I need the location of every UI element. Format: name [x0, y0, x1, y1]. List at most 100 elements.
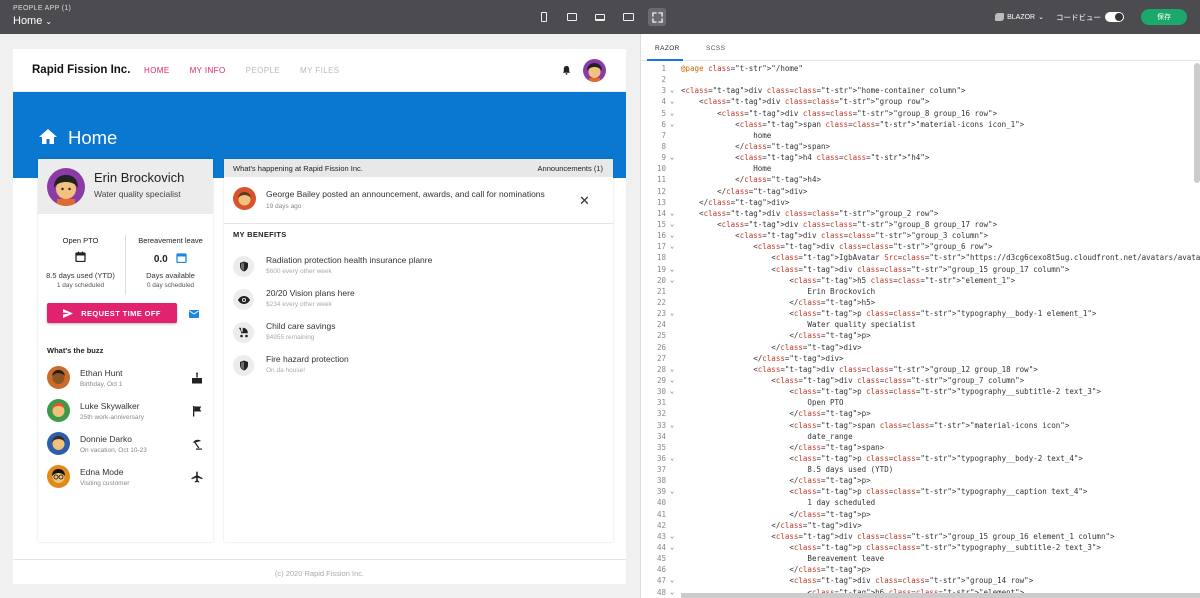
code-line[interactable]: 42 </class="t-tag">div>: [641, 520, 1200, 531]
code-line[interactable]: 43 ⌄ <class="t-tag">div class=class="t-st…: [641, 531, 1200, 542]
fold-chevron-icon[interactable]: ⌄: [670, 264, 674, 275]
code-line[interactable]: 21 Erin Brockovich: [641, 286, 1200, 297]
fullscreen-preview-icon[interactable]: [648, 8, 666, 26]
list-item[interactable]: Ethan Hunt Birthday, Oct 1: [47, 366, 207, 399]
code-line[interactable]: 12 </class="t-tag">div>: [641, 186, 1200, 197]
code-line[interactable]: 14 ⌄ <class="t-tag">div class=class="t-st…: [641, 208, 1200, 219]
code-line[interactable]: 35 </class="t-tag">span>: [641, 442, 1200, 453]
code-line[interactable]: 37 8.5 days used (YTD): [641, 464, 1200, 475]
list-item[interactable]: Edna Mode Visiting customer: [47, 465, 207, 498]
fold-chevron-icon[interactable]: ⌄: [670, 420, 674, 431]
horizontal-scrollbar[interactable]: [681, 593, 1200, 598]
fold-chevron-icon[interactable]: ⌄: [670, 119, 674, 130]
code-line[interactable]: 11 </class="t-tag">h4>: [641, 174, 1200, 185]
fold-chevron-icon[interactable]: ⌄: [670, 108, 674, 119]
save-button[interactable]: 保存: [1141, 9, 1187, 25]
desktop-preview-icon[interactable]: [620, 9, 636, 25]
code-line[interactable]: 30 ⌄ <class="t-tag">p class=class="t-str"…: [641, 386, 1200, 397]
fold-chevron-icon[interactable]: ⌄: [670, 308, 674, 319]
code-line[interactable]: 9 ⌄ <class="t-tag">h4 class=class="t-str"…: [641, 152, 1200, 163]
tab-razor[interactable]: RAZOR: [655, 45, 680, 52]
code-line[interactable]: 5 ⌄ <class="t-tag">div class=class="t-str…: [641, 108, 1200, 119]
code-line[interactable]: 36 ⌄ <class="t-tag">p class=class="t-str"…: [641, 453, 1200, 464]
code-line[interactable]: 33 ⌄ <class="t-tag">span class=class="t-s…: [641, 420, 1200, 431]
page-selector[interactable]: Home ⌄: [13, 15, 52, 27]
code-line[interactable]: 46 </class="t-tag">p>: [641, 564, 1200, 575]
fold-chevron-icon[interactable]: ⌄: [670, 85, 674, 96]
fold-chevron-icon[interactable]: ⌄: [670, 96, 674, 107]
code-line[interactable]: 18 <class="t-tag">IgbAvatar Src=class="t…: [641, 252, 1200, 263]
toggle-switch[interactable]: [1105, 12, 1124, 22]
fold-chevron-icon[interactable]: ⌄: [670, 230, 674, 241]
code-line[interactable]: 25 </class="t-tag">p>: [641, 330, 1200, 341]
mail-icon[interactable]: [189, 310, 199, 318]
code-line[interactable]: 13 </class="t-tag">div>: [641, 197, 1200, 208]
announcements-count[interactable]: Announcements (1): [538, 164, 603, 173]
code-line[interactable]: 16 ⌄ <class="t-tag">div class=class="t-st…: [641, 230, 1200, 241]
code-line[interactable]: 22 </class="t-tag">h5>: [641, 297, 1200, 308]
list-item[interactable]: Radiation protection health insurance pl…: [233, 255, 593, 285]
fold-chevron-icon[interactable]: ⌄: [670, 453, 674, 464]
code-line[interactable]: 47 ⌄ <class="t-tag">div class=class="t-st…: [641, 575, 1200, 586]
fold-chevron-icon[interactable]: ⌄: [670, 531, 674, 542]
fold-chevron-icon[interactable]: ⌄: [670, 486, 674, 497]
code-line[interactable]: 7 home: [641, 130, 1200, 141]
tab-scss[interactable]: SCSS: [706, 45, 725, 52]
vertical-scrollbar[interactable]: [1194, 63, 1200, 183]
code-line[interactable]: 41 </class="t-tag">p>: [641, 509, 1200, 520]
code-line[interactable]: 24 Water quality specialist: [641, 319, 1200, 330]
fold-chevron-icon[interactable]: ⌄: [670, 575, 674, 586]
code-line[interactable]: 38 </class="t-tag">p>: [641, 475, 1200, 486]
list-item[interactable]: Donnie Darko On vacation, Oct 10-23: [47, 432, 207, 465]
fold-chevron-icon[interactable]: ⌄: [670, 275, 674, 286]
code-line[interactable]: 27 </class="t-tag">div>: [641, 353, 1200, 364]
code-line[interactable]: 17 ⌄ <class="t-tag">div class=class="t-st…: [641, 241, 1200, 252]
code-line[interactable]: 26 </class="t-tag">div>: [641, 342, 1200, 353]
code-line[interactable]: 29 ⌄ <class="t-tag">div class=class="t-st…: [641, 375, 1200, 386]
code-line[interactable]: 34 date_range: [641, 431, 1200, 442]
close-icon[interactable]: ✕: [579, 193, 590, 209]
code-line[interactable]: 4 ⌄ <class="t-tag">div class=class="t-str…: [641, 96, 1200, 107]
fold-chevron-icon[interactable]: ⌄: [670, 542, 674, 553]
fold-chevron-icon[interactable]: ⌄: [670, 375, 674, 386]
tablet-preview-icon[interactable]: [564, 9, 580, 25]
code-line[interactable]: 23 ⌄ <class="t-tag">p class=class="t-str"…: [641, 308, 1200, 319]
code-line[interactable]: 15 ⌄ <class="t-tag">div class=class="t-st…: [641, 219, 1200, 230]
list-item[interactable]: Luke Skywalker 25th work-anniversary: [47, 399, 207, 432]
code-line[interactable]: 20 ⌄ <class="t-tag">h5 class=class="t-str…: [641, 275, 1200, 286]
nav-home[interactable]: HOME: [144, 66, 170, 75]
framework-selector[interactable]: BLAZOR ⌄: [995, 13, 1044, 21]
code-line[interactable]: 31 Open PTO: [641, 397, 1200, 408]
code-line[interactable]: 3 ⌄ <class="t-tag">div class=class="t-str"…: [641, 85, 1200, 96]
nav-people[interactable]: PEOPLE: [246, 66, 280, 75]
code-line[interactable]: 45 Bereavement leave: [641, 553, 1200, 564]
code-line[interactable]: 19 ⌄ <class="t-tag">div class=class="t-st…: [641, 264, 1200, 275]
code-line[interactable]: 44 ⌄ <class="t-tag">p class=class="t-str"…: [641, 542, 1200, 553]
code-line[interactable]: 1 @page class="t-str">"/home": [641, 63, 1200, 74]
request-time-off-button[interactable]: REQUEST TIME OFF: [47, 303, 177, 323]
fold-chevron-icon[interactable]: ⌄: [670, 219, 674, 230]
code-view-toggle[interactable]: コードビュー: [1056, 12, 1124, 23]
fold-chevron-icon[interactable]: ⌄: [670, 386, 674, 397]
avatar[interactable]: [583, 59, 606, 82]
code-line[interactable]: 28 ⌄ <class="t-tag">div class=class="t-st…: [641, 364, 1200, 375]
code-line[interactable]: 39 ⌄ <class="t-tag">p class=class="t-str"…: [641, 486, 1200, 497]
fold-chevron-icon[interactable]: ⌄: [670, 241, 674, 252]
fold-chevron-icon[interactable]: ⌄: [670, 208, 674, 219]
fold-chevron-icon[interactable]: ⌄: [670, 364, 674, 375]
bell-icon[interactable]: [562, 65, 571, 75]
list-item[interactable]: Fire hazard protection On da house!: [233, 354, 593, 384]
fold-chevron-icon[interactable]: ⌄: [670, 587, 674, 598]
laptop-preview-icon[interactable]: [592, 9, 608, 25]
code-editor[interactable]: 1 @page class="t-str">"/home" 2 3 ⌄ <class="t…: [641, 63, 1200, 598]
code-line[interactable]: 10 Home: [641, 163, 1200, 174]
code-line[interactable]: 32 </class="t-tag">p>: [641, 408, 1200, 419]
list-item[interactable]: Child care savings $4955 remaining: [233, 321, 593, 351]
phone-preview-icon[interactable]: [536, 9, 552, 25]
fold-chevron-icon[interactable]: ⌄: [670, 152, 674, 163]
nav-my-info[interactable]: MY INFO: [190, 66, 226, 75]
announcement-item[interactable]: George Bailey posted an announcement, aw…: [224, 177, 613, 224]
code-line[interactable]: 8 </class="t-tag">span>: [641, 141, 1200, 152]
nav-my-files[interactable]: MY FILES: [300, 66, 340, 75]
code-line[interactable]: 6 ⌄ <class="t-tag">span class=class="t-st…: [641, 119, 1200, 130]
